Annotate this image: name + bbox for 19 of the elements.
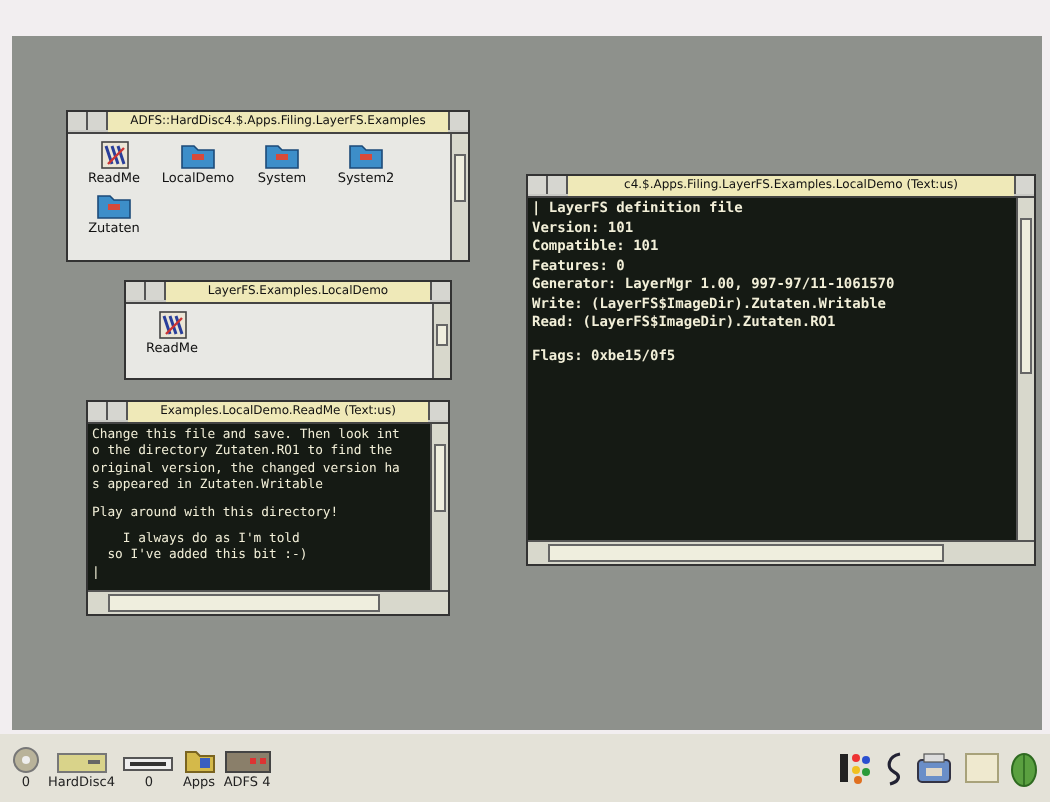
- printer-icon[interactable]: [914, 750, 954, 786]
- acorn-icon[interactable]: [1010, 748, 1038, 788]
- folder-icon[interactable]: [264, 140, 300, 170]
- vertical-scrollbar[interactable]: [430, 424, 448, 590]
- vertical-scrollbar[interactable]: [1016, 198, 1034, 540]
- vertical-scrollbar[interactable]: [450, 134, 468, 260]
- drive-icon[interactable]: [223, 750, 272, 774]
- disc-icon[interactable]: [12, 746, 40, 774]
- text-file-icon[interactable]: [157, 310, 187, 340]
- folder-icon[interactable]: [183, 746, 216, 774]
- palette-icon[interactable]: [838, 750, 874, 786]
- text-file-icon[interactable]: [99, 140, 129, 170]
- folder-icon[interactable]: [96, 190, 132, 220]
- squiggle-icon[interactable]: [884, 750, 904, 786]
- horizontal-scrollbar[interactable]: [88, 590, 448, 614]
- horizontal-scrollbar[interactable]: [528, 540, 1034, 564]
- folder-icon[interactable]: [348, 140, 384, 170]
- vertical-scrollbar[interactable]: [432, 304, 450, 378]
- folder-icon[interactable]: [180, 140, 216, 170]
